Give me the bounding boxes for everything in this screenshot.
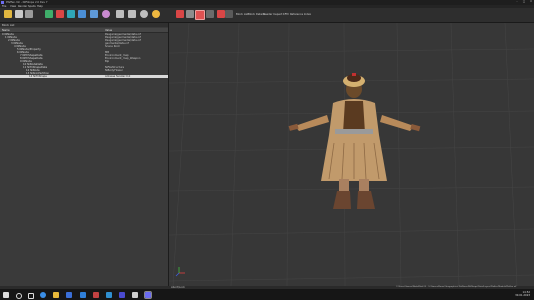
task-view-icon[interactable] — [28, 292, 34, 299]
tree-row-value: Adresse fenster:0,0 — [105, 75, 131, 79]
tree-row-name: 14 NiTriShape — [29, 75, 47, 79]
mesh-icon[interactable] — [206, 10, 214, 18]
save-icon[interactable] — [15, 10, 23, 18]
play-icon[interactable] — [176, 10, 184, 18]
mesh-icon[interactable] — [90, 10, 98, 18]
mail-icon[interactable] — [80, 291, 86, 298]
panel-title-bar: Block List — [0, 23, 168, 27]
rotate-icon[interactable] — [217, 10, 225, 18]
search-icon[interactable] — [16, 292, 22, 299]
toolbar-label-kfm[interactable]: KFM — [283, 13, 288, 16]
browser-icon[interactable] — [40, 291, 46, 298]
app-icon[interactable] — [119, 291, 125, 298]
toolbar-label-header[interactable]: Header — [263, 13, 272, 16]
viewport-scene[interactable] — [169, 23, 534, 286]
maximize-button[interactable]: □ — [521, 0, 527, 4]
rotate-icon[interactable] — [56, 10, 64, 18]
panel-title: Block List — [2, 23, 15, 27]
block-list-panel: Block List Name Value 0 NiNode Paugaria/g… — [0, 23, 169, 286]
close-button[interactable]: ✕ — [528, 0, 534, 4]
light-icon[interactable] — [152, 10, 160, 18]
toolbar-label-inspect[interactable]: Inspect — [273, 13, 282, 16]
help-icon[interactable] — [225, 10, 233, 18]
nifskope-icon[interactable] — [144, 290, 152, 299]
clock-date: 30.01.2023 — [515, 294, 530, 298]
open-file-icon[interactable] — [4, 10, 12, 18]
camera-icon[interactable] — [195, 10, 205, 20]
mesh-icon[interactable] — [186, 10, 194, 18]
texture-icon[interactable] — [78, 10, 86, 18]
cursor-icon[interactable] — [45, 10, 53, 18]
toolbar: Block List Block Details Header Inspect … — [0, 8, 534, 23]
taskbar: 14:52 30.01.2023 — [0, 289, 534, 300]
app-icon[interactable] — [132, 291, 138, 298]
column-name-header[interactable]: Name — [2, 29, 10, 32]
flip-icon[interactable] — [67, 10, 75, 18]
load-icon[interactable] — [25, 10, 33, 18]
folder-icon[interactable] — [53, 291, 59, 298]
steam-icon[interactable] — [93, 291, 99, 298]
minimize-button[interactable]: – — [514, 0, 520, 4]
light-icon[interactable] — [102, 10, 110, 18]
status-file-path: C:/Users/Games/Mods/Mod 03 - O:/Games/Ro… — [396, 286, 517, 289]
toolbar-label-block-list[interactable]: Block List — [236, 13, 248, 16]
camera-icon[interactable] — [116, 10, 124, 18]
app-icon — [1, 0, 4, 4]
flip-icon[interactable] — [128, 10, 136, 18]
windows-start-icon[interactable] — [3, 291, 9, 298]
column-value-header[interactable]: Value — [105, 29, 112, 32]
tree-row[interactable]: 14 NiTriShape Adresse fenster:0,0 — [0, 75, 168, 78]
store-icon[interactable] — [66, 291, 72, 298]
toolbar-label-reference-index[interactable]: Reference Index — [290, 13, 311, 16]
help-icon[interactable] — [140, 10, 148, 18]
window-title: Pfaffen.mh - Nif5kope 2.0 Dev 7 — [6, 0, 48, 4]
render-viewport[interactable] — [169, 23, 534, 286]
system-clock[interactable]: 14:52 30.01.2023 — [515, 291, 530, 298]
browser-icon[interactable] — [106, 291, 112, 298]
axis-gizmo — [175, 267, 185, 277]
